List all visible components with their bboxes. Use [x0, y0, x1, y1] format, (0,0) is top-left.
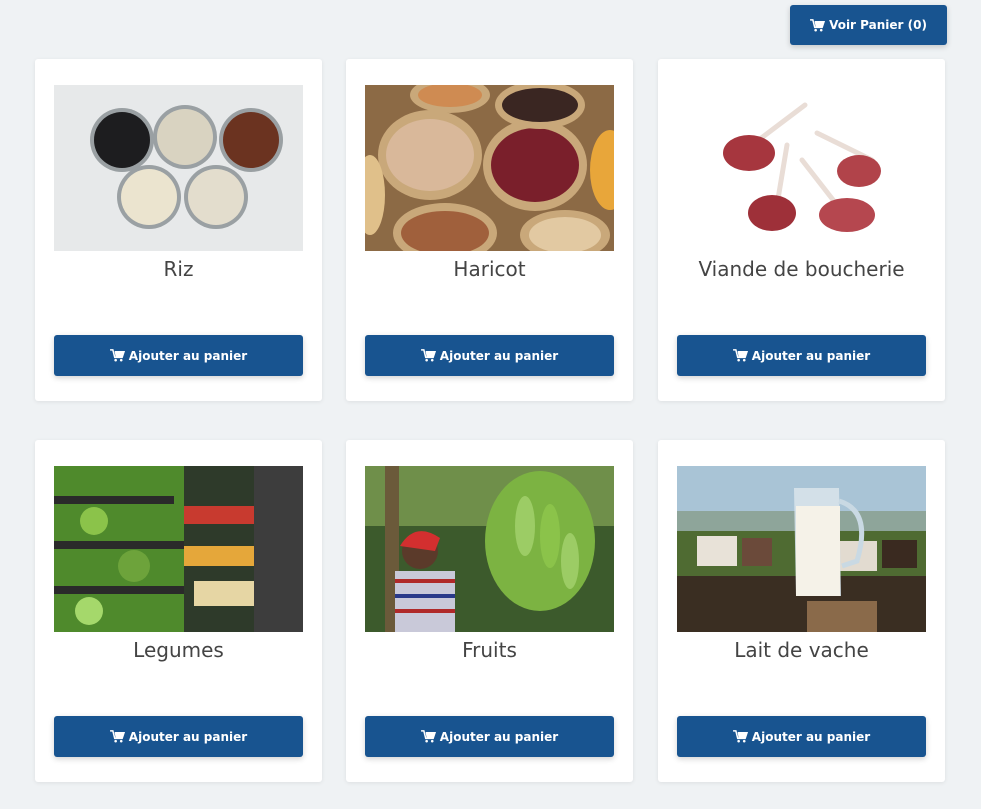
add-to-cart-label: Ajouter au panier: [128, 729, 248, 744]
beans-image: [365, 85, 614, 251]
add-to-cart-button[interactable]: Ajouter au panier: [677, 716, 926, 757]
add-to-cart-button[interactable]: Ajouter au panier: [365, 335, 614, 376]
shopping-cart-icon: [810, 18, 826, 32]
product-title: Fruits: [462, 638, 517, 662]
view-cart-label: Voir Panier (0): [829, 18, 927, 32]
fruits-image: [365, 466, 614, 632]
add-to-cart-label: Ajouter au panier: [439, 729, 559, 744]
add-to-cart-button[interactable]: Ajouter au panier: [365, 716, 614, 757]
product-card: Lait de vache Ajouter au panier: [658, 440, 945, 782]
product-card: Riz Ajouter au panier: [35, 59, 322, 401]
product-card: Viande de boucherie Ajouter au panier: [658, 59, 945, 401]
product-card: Fruits Ajouter au panier: [346, 440, 633, 782]
product-title: Legumes: [133, 638, 224, 662]
add-to-cart-label: Ajouter au panier: [751, 348, 871, 363]
add-to-cart-button[interactable]: Ajouter au panier: [677, 335, 926, 376]
meat-image: [677, 85, 926, 251]
shopping-cart-icon: [420, 730, 436, 743]
product-title: Viande de boucherie: [698, 257, 905, 281]
product-title: Haricot: [453, 257, 526, 281]
shopping-cart-icon: [732, 730, 748, 743]
add-to-cart-button[interactable]: Ajouter au panier: [54, 716, 303, 757]
add-to-cart-label: Ajouter au panier: [751, 729, 871, 744]
add-to-cart-button[interactable]: Ajouter au panier: [54, 335, 303, 376]
add-to-cart-label: Ajouter au panier: [128, 348, 248, 363]
product-card: Legumes Ajouter au panier: [35, 440, 322, 782]
add-to-cart-label: Ajouter au panier: [439, 348, 559, 363]
view-cart-button[interactable]: Voir Panier (0): [790, 5, 947, 45]
product-card: Haricot Ajouter au panier: [346, 59, 633, 401]
milk-image: [677, 466, 926, 632]
product-title: Riz: [163, 257, 194, 281]
shopping-cart-icon: [732, 349, 748, 362]
rice-image: [54, 85, 303, 251]
shopping-cart-icon: [420, 349, 436, 362]
shopping-cart-icon: [109, 730, 125, 743]
vegetables-image: [54, 466, 303, 632]
product-title: Lait de vache: [734, 638, 869, 662]
shopping-cart-icon: [109, 349, 125, 362]
